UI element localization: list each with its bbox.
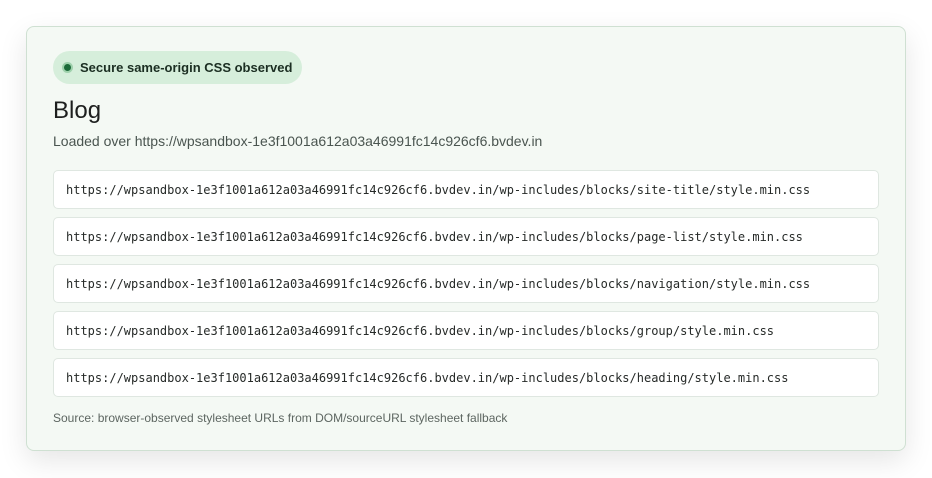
stylesheet-url-row: https://wpsandbox-1e3f1001a612a03a46991f… [53,311,879,350]
page-title: Blog [53,97,102,124]
stylesheet-url-row: https://wpsandbox-1e3f1001a612a03a46991f… [53,264,879,303]
stylesheet-url-row: https://wpsandbox-1e3f1001a612a03a46991f… [53,358,879,397]
status-dot-icon [62,62,73,73]
stylesheet-url-row: https://wpsandbox-1e3f1001a612a03a46991f… [53,217,879,256]
source-note: Source: browser-observed stylesheet URLs… [53,411,508,425]
status-badge: Secure same-origin CSS observed [53,51,303,84]
stylesheet-report-card: Secure same-origin CSS observed Blog Loa… [26,26,906,451]
page-subtitle: Loaded over https://wpsandbox-1e3f1001a6… [53,133,543,149]
status-badge-label: Secure same-origin CSS observed [80,60,293,75]
stylesheet-url-list: https://wpsandbox-1e3f1001a612a03a46991f… [53,170,879,397]
stylesheet-url-row: https://wpsandbox-1e3f1001a612a03a46991f… [53,170,879,209]
